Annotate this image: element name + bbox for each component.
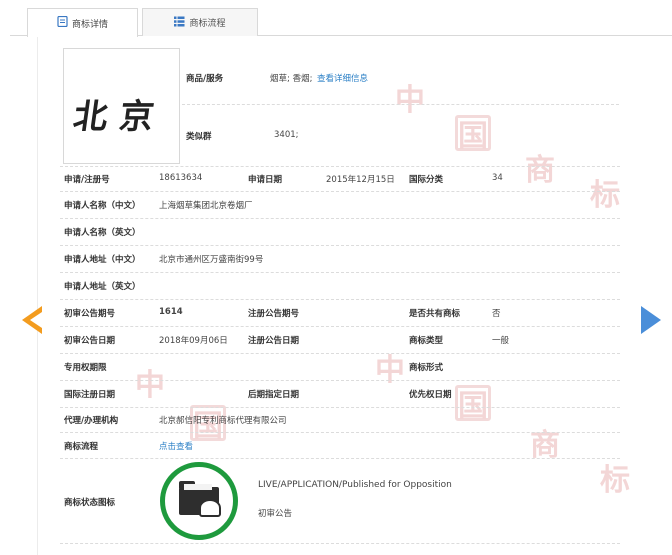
list-icon <box>174 16 185 30</box>
reg-no-value: 18613634 <box>159 173 203 183</box>
divider <box>60 272 620 273</box>
divider <box>182 104 619 105</box>
exclusive-period-label: 专用权期限 <box>64 363 107 373</box>
mark-type-value: 一般 <box>492 336 510 346</box>
tab-label: 商标详情 <box>71 19 108 30</box>
divider <box>60 458 620 459</box>
document-icon <box>57 15 68 30</box>
reg-pub-date-label: 注册公告日期 <box>248 336 300 346</box>
prelim-date-value: 2018年09月06日 <box>159 336 228 346</box>
intl-class-value: 34 <box>492 173 503 183</box>
divider <box>60 245 620 246</box>
status-icon <box>160 462 238 540</box>
agent-label: 代理/办理机构 <box>64 416 119 426</box>
intl-reg-date-label: 国际注册日期 <box>64 390 116 400</box>
applicant-cn-label: 申请人名称（中文） <box>64 201 141 211</box>
mark-form-label: 商标形式 <box>409 363 444 373</box>
address-cn-value: 北京市通州区万盛南街99号 <box>159 255 264 265</box>
previous-arrow-icon[interactable] <box>22 306 42 334</box>
prelim-no-value: 1614 <box>159 307 183 317</box>
divider <box>60 191 620 192</box>
flow-label: 商标流程 <box>64 442 99 452</box>
goods-label: 商品/服务 <box>186 74 224 84</box>
app-date-value: 2015年12月15日 <box>326 175 395 185</box>
priority-date-label: 优先权日期 <box>409 390 452 400</box>
next-arrow-icon[interactable] <box>629 306 661 334</box>
reg-pub-no-label: 注册公告期号 <box>248 309 300 319</box>
divider <box>60 543 620 544</box>
divider <box>60 326 620 327</box>
folder-icon <box>179 481 221 517</box>
divider <box>60 353 620 354</box>
agent-value: 北京郝信阳专利商标代理有限公司 <box>159 416 287 426</box>
address-cn-label: 申请人地址（中文） <box>64 255 141 265</box>
divider <box>60 218 620 219</box>
divider <box>60 166 620 167</box>
intl-class-label: 国际分类 <box>409 175 444 185</box>
divider <box>60 432 620 433</box>
click-to-view-link[interactable]: 点击查看 <box>159 440 193 452</box>
shared-label: 是否共有商标 <box>409 309 461 319</box>
tab-trademark-flow[interactable]: 商标流程 <box>142 8 258 36</box>
app-date-label: 申请日期 <box>248 175 283 185</box>
divider <box>60 299 620 300</box>
tab-trademark-details[interactable]: 商标详情 <box>27 8 138 37</box>
status-chinese: 初审公告 <box>258 509 293 519</box>
divider <box>60 407 620 408</box>
address-en-label: 申请人地址（英文） <box>64 282 141 292</box>
divider <box>60 380 620 381</box>
reg-no-label: 申请/注册号 <box>64 175 110 185</box>
prelim-no-label: 初审公告期号 <box>64 309 116 319</box>
paper-sheet <box>184 484 212 490</box>
status-english: LIVE/APPLICATION/Published for Oppositio… <box>258 480 452 490</box>
prelim-date-label: 初审公告日期 <box>64 336 116 346</box>
trademark-image: 北京 <box>63 48 180 164</box>
similar-group-label: 类似群 <box>186 132 212 142</box>
applicant-en-label: 申请人名称（英文） <box>64 228 141 238</box>
mark-type-label: 商标类型 <box>409 336 444 346</box>
trademark-text: 北京 <box>70 97 169 137</box>
similar-group-value: 3401; <box>274 130 299 140</box>
goods-value: 烟草; 香烟; <box>270 74 313 84</box>
people-icon <box>199 499 221 517</box>
tab-bar: 商标详情 商标流程 <box>10 8 672 37</box>
status-label: 商标状态图标 <box>64 498 116 508</box>
later-date-label: 后期指定日期 <box>248 390 300 400</box>
applicant-cn-value: 上海烟草集团北京卷烟厂 <box>159 201 253 211</box>
shared-value: 否 <box>492 309 501 319</box>
tab-label: 商标流程 <box>189 19 226 29</box>
view-details-link[interactable]: 查看详细信息 <box>317 72 368 84</box>
